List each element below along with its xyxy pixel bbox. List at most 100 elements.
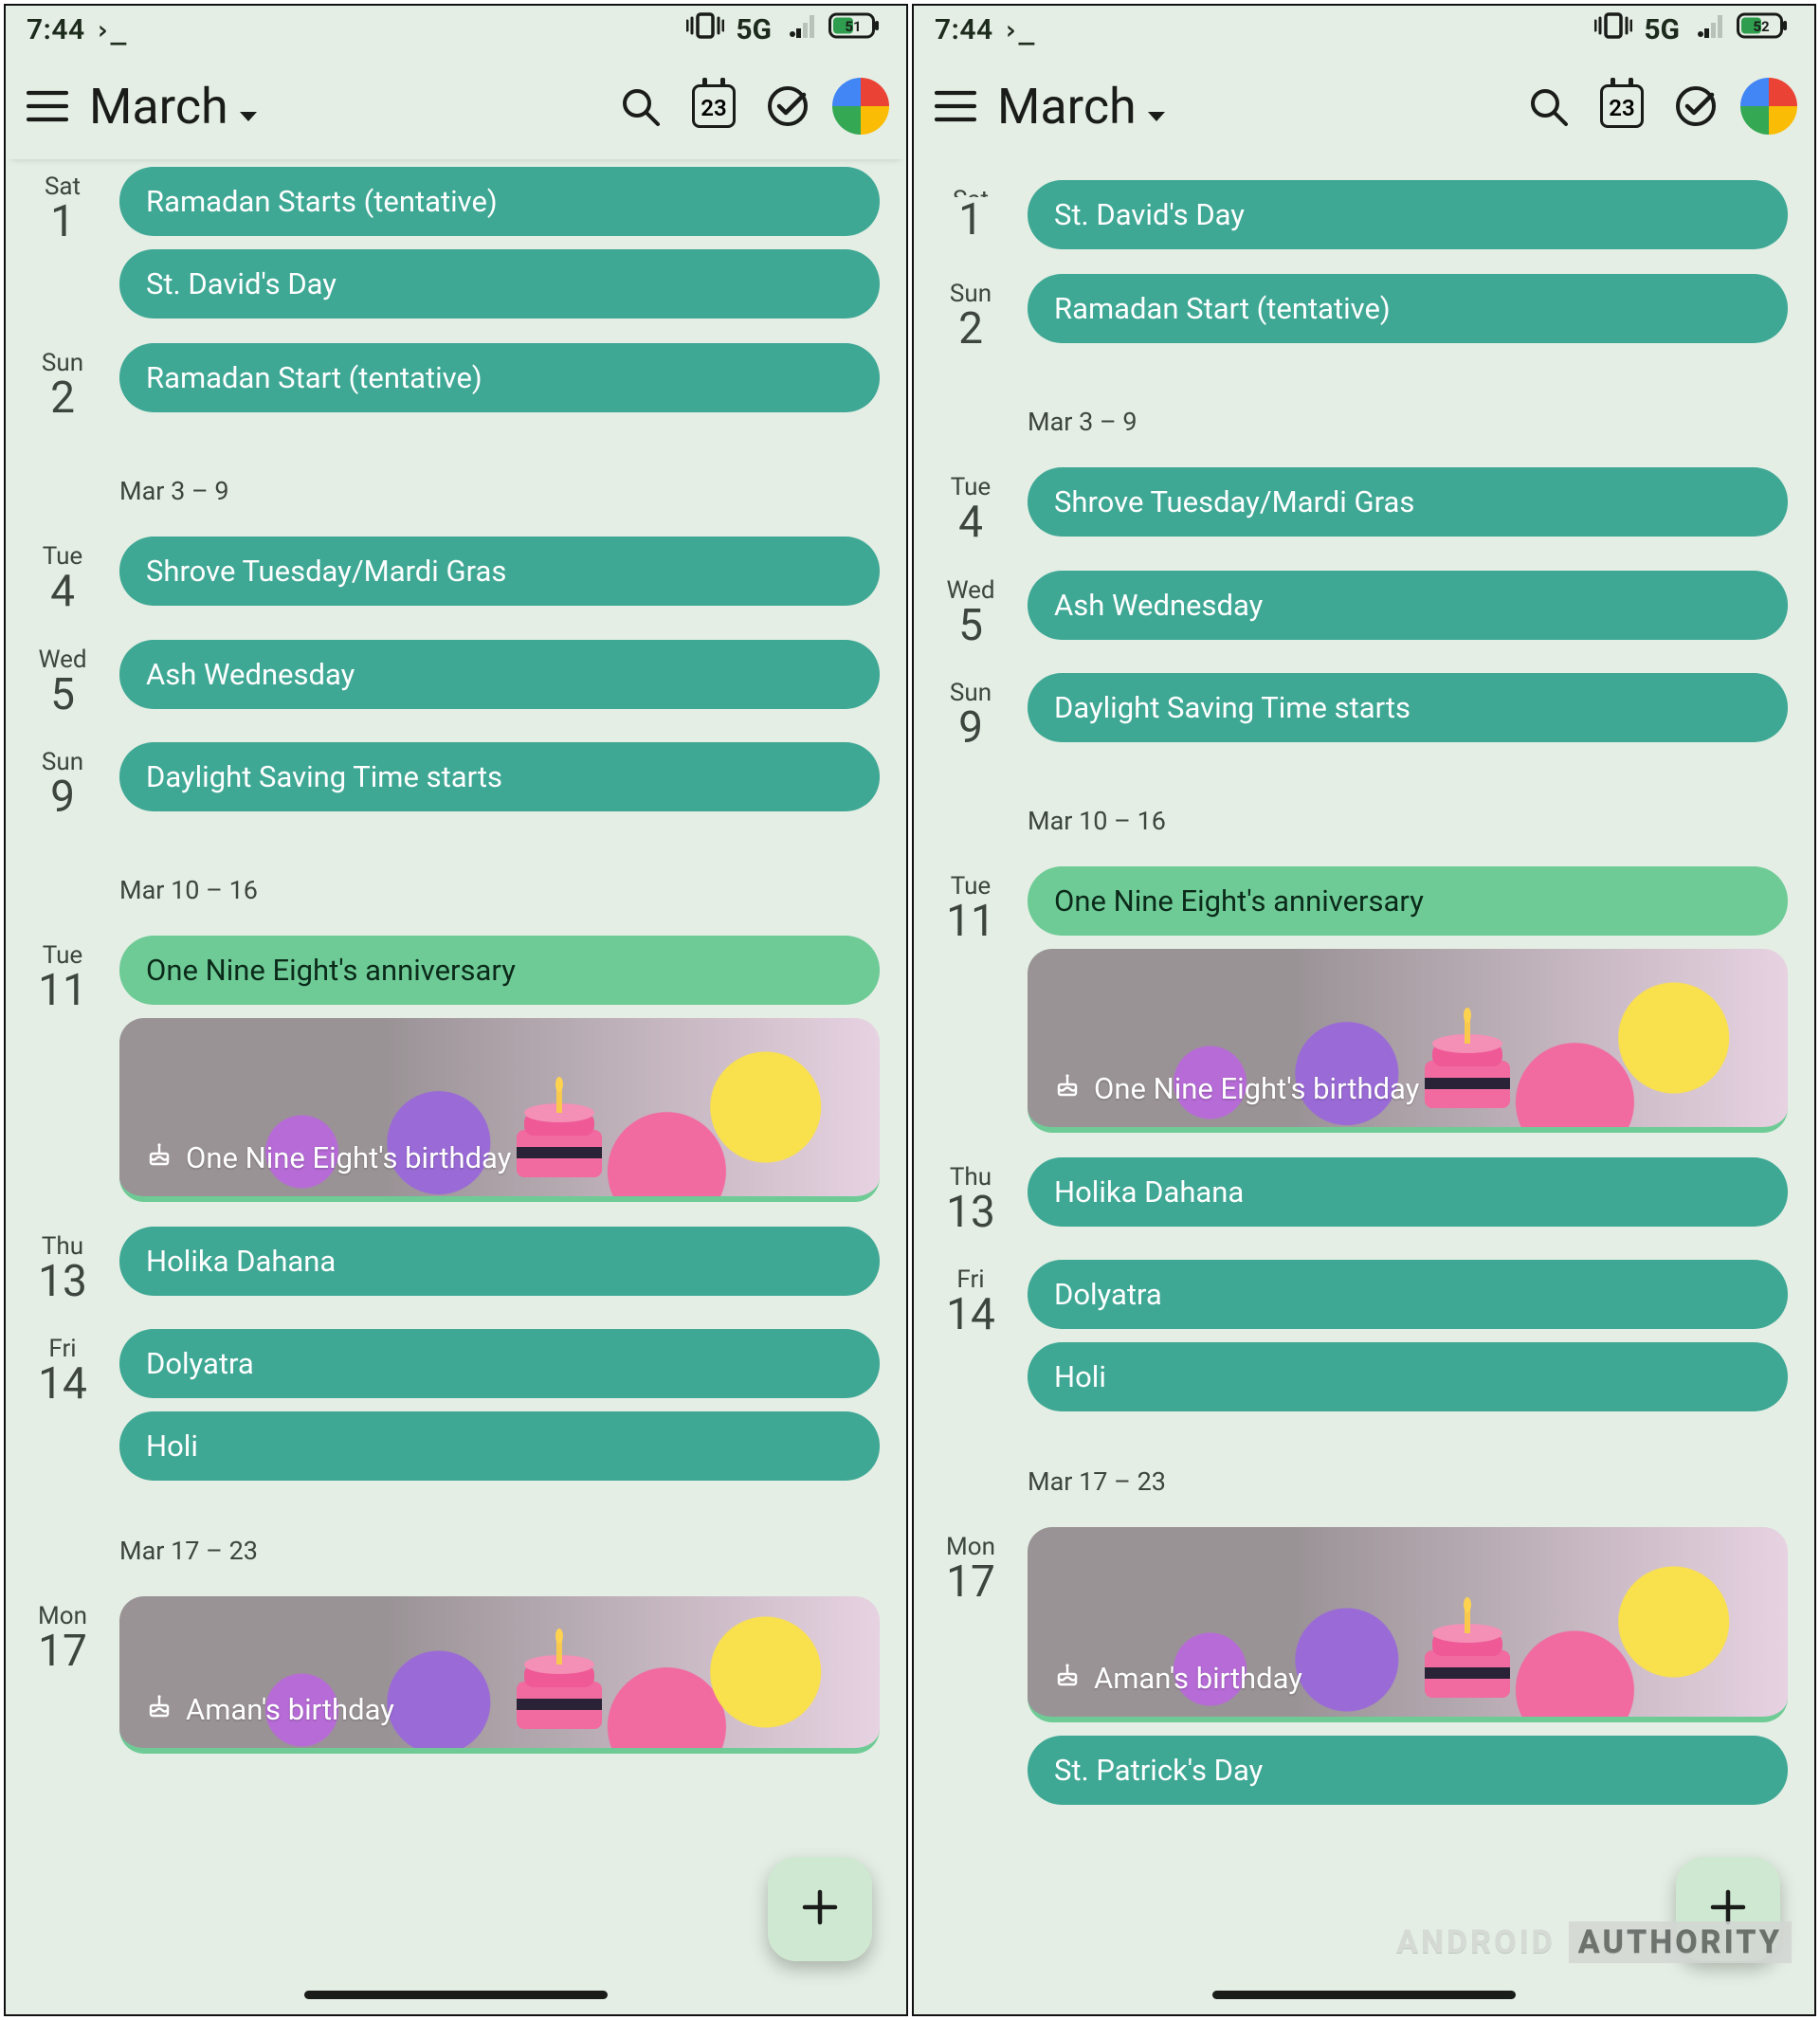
- account-avatar[interactable]: [832, 78, 889, 135]
- day-label[interactable]: Sun2: [914, 274, 1028, 352]
- menu-icon[interactable]: [23, 90, 72, 122]
- event-chip[interactable]: Daylight Saving Time starts: [1028, 673, 1788, 742]
- week-header: Mar 3 – 9: [1028, 386, 1788, 443]
- search-icon[interactable]: [603, 85, 677, 127]
- tasks-icon[interactable]: [751, 83, 825, 129]
- day-row: Tue11One Nine Eight's anniversary One Nin…: [6, 936, 906, 1202]
- day-row: Sun2Ramadan Start (tentative): [6, 343, 906, 421]
- week-header: Mar 17 – 23: [1028, 1446, 1788, 1502]
- svg-text:51: 51: [845, 18, 861, 35]
- status-bar: 7:44 ›_ 5G 52: [914, 6, 1814, 53]
- status-prompt-icon: ›_: [1003, 14, 1035, 45]
- phone-screenshot: 7:44 ›_ 5G 52 March 23 Sat1St. David's D…: [912, 4, 1816, 2016]
- vibrate-icon: [1594, 10, 1632, 48]
- month-title: March: [997, 78, 1137, 136]
- day-label[interactable]: Sun2: [6, 343, 119, 421]
- event-chip[interactable]: Shrove Tuesday/Mardi Gras: [1028, 467, 1788, 537]
- day-row: Mon17Aman's birthdaySt. Patrick's Day: [914, 1527, 1814, 1767]
- day-label[interactable]: Mon17: [6, 1596, 119, 1754]
- day-row: Sat1Ramadan Starts (tentative) St. David'…: [6, 167, 906, 318]
- today-button[interactable]: 23: [677, 84, 751, 128]
- week-header: Mar 10 – 16: [1028, 785, 1788, 842]
- day-row: Wed5Ash Wednesday: [6, 640, 906, 718]
- day-label[interactable]: Tue11: [914, 866, 1028, 1133]
- event-chip[interactable]: St. David's Day: [1028, 180, 1788, 249]
- month-dropdown[interactable]: March: [997, 78, 1167, 136]
- event-chip[interactable]: Ash Wednesday: [1028, 571, 1788, 640]
- event-chip[interactable]: St. Patrick's Day: [1028, 1736, 1788, 1805]
- event-chip[interactable]: Shrove Tuesday/Mardi Gras: [119, 537, 880, 606]
- signal-icon: [1691, 11, 1725, 47]
- event-chip[interactable]: One Nine Eight's anniversary: [119, 936, 880, 1005]
- day-row: Sat1St. David's Day: [914, 180, 1814, 249]
- schedule-list[interactable]: Sat1Ramadan Starts (tentative) St. David'…: [6, 159, 906, 1754]
- event-chip[interactable]: Holika Dahana: [1028, 1157, 1788, 1227]
- menu-icon[interactable]: [931, 90, 980, 122]
- day-row: Sun9Daylight Saving Time starts: [914, 673, 1814, 751]
- day-label[interactable]: Sun9: [6, 742, 119, 820]
- event-chip[interactable]: One Nine Eight's anniversary: [1028, 866, 1788, 936]
- day-row: Sun2Ramadan Start (tentative): [914, 274, 1814, 352]
- day-label[interactable]: Tue11: [6, 936, 119, 1202]
- tasks-icon[interactable]: [1659, 83, 1733, 129]
- day-label[interactable]: Fri14: [6, 1329, 119, 1481]
- today-button[interactable]: 23: [1585, 84, 1659, 128]
- status-network: 5G: [1644, 13, 1680, 46]
- month-dropdown[interactable]: March: [89, 78, 259, 136]
- app-bar: March 23: [914, 53, 1814, 159]
- create-event-fab[interactable]: [768, 1857, 872, 1961]
- event-chip[interactable]: One Nine Eight's birthday: [1028, 949, 1788, 1133]
- day-row: Thu13Holika Dahana: [914, 1157, 1814, 1235]
- status-time: 7:44: [27, 13, 85, 46]
- day-label[interactable]: Thu13: [6, 1227, 119, 1304]
- day-label[interactable]: Tue4: [6, 537, 119, 614]
- svg-text:52: 52: [1753, 18, 1770, 35]
- event-chip[interactable]: Ramadan Start (tentative): [119, 343, 880, 412]
- day-row: Fri14Dolyatra Holi: [6, 1329, 906, 1481]
- week-header: Mar 3 – 9: [119, 455, 880, 512]
- watermark: ANDROIDAUTHORITY: [1396, 1921, 1792, 1963]
- event-chip[interactable]: Holi: [119, 1411, 880, 1481]
- event-chip[interactable]: St. David's Day: [119, 249, 880, 318]
- event-chip[interactable]: One Nine Eight's birthday: [119, 1018, 880, 1202]
- day-label[interactable]: Tue4: [914, 467, 1028, 545]
- event-chip[interactable]: Daylight Saving Time starts: [119, 742, 880, 811]
- day-label[interactable]: Wed5: [6, 640, 119, 718]
- day-label[interactable]: Sun9: [914, 673, 1028, 751]
- signal-icon: [783, 11, 817, 47]
- nav-handle[interactable]: [1212, 1991, 1516, 1999]
- event-chip[interactable]: Holika Dahana: [119, 1227, 880, 1296]
- nav-handle[interactable]: [304, 1991, 608, 1999]
- search-icon[interactable]: [1511, 85, 1585, 127]
- event-chip[interactable]: Aman's birthday: [1028, 1527, 1788, 1722]
- chevron-down-icon: [1146, 109, 1167, 127]
- day-row: Fri14Dolyatra Holi: [914, 1260, 1814, 1411]
- event-chip[interactable]: Aman's birthday: [119, 1596, 880, 1754]
- month-title: March: [89, 78, 228, 136]
- schedule-list[interactable]: Sat1St. David's DaySun2Ramadan Start (te…: [914, 159, 1814, 1767]
- event-chip[interactable]: Holi: [1028, 1342, 1788, 1411]
- event-chip[interactable]: Ramadan Starts (tentative): [119, 167, 880, 236]
- day-label[interactable]: Fri14: [914, 1260, 1028, 1411]
- day-label[interactable]: Wed5: [914, 571, 1028, 648]
- cake-icon: [1054, 1071, 1081, 1106]
- event-chip[interactable]: Dolyatra: [1028, 1260, 1788, 1329]
- day-row: Wed5Ash Wednesday: [914, 571, 1814, 648]
- battery-icon: 51: [828, 11, 880, 47]
- day-row: Tue11One Nine Eight's anniversary One Nin…: [914, 866, 1814, 1133]
- account-avatar[interactable]: [1740, 78, 1797, 135]
- day-label[interactable]: Thu13: [914, 1157, 1028, 1235]
- cake-icon: [146, 1140, 173, 1175]
- status-prompt-icon: ›_: [95, 14, 127, 45]
- phone-screenshot: 7:44 ›_ 5G 51 March 23 Sat1Ramadan Start…: [4, 4, 908, 2016]
- status-bar: 7:44 ›_ 5G 51: [6, 6, 906, 53]
- status-network: 5G: [736, 13, 772, 46]
- day-row: Tue4Shrove Tuesday/Mardi Gras: [6, 537, 906, 614]
- event-chip[interactable]: Dolyatra: [119, 1329, 880, 1398]
- event-chip[interactable]: Ash Wednesday: [119, 640, 880, 709]
- day-label[interactable]: Sat1: [914, 180, 1028, 249]
- event-chip[interactable]: Ramadan Start (tentative): [1028, 274, 1788, 343]
- day-label[interactable]: Sat1: [6, 167, 119, 318]
- day-label[interactable]: Mon17: [914, 1527, 1028, 1767]
- plus-icon: [797, 1884, 843, 1934]
